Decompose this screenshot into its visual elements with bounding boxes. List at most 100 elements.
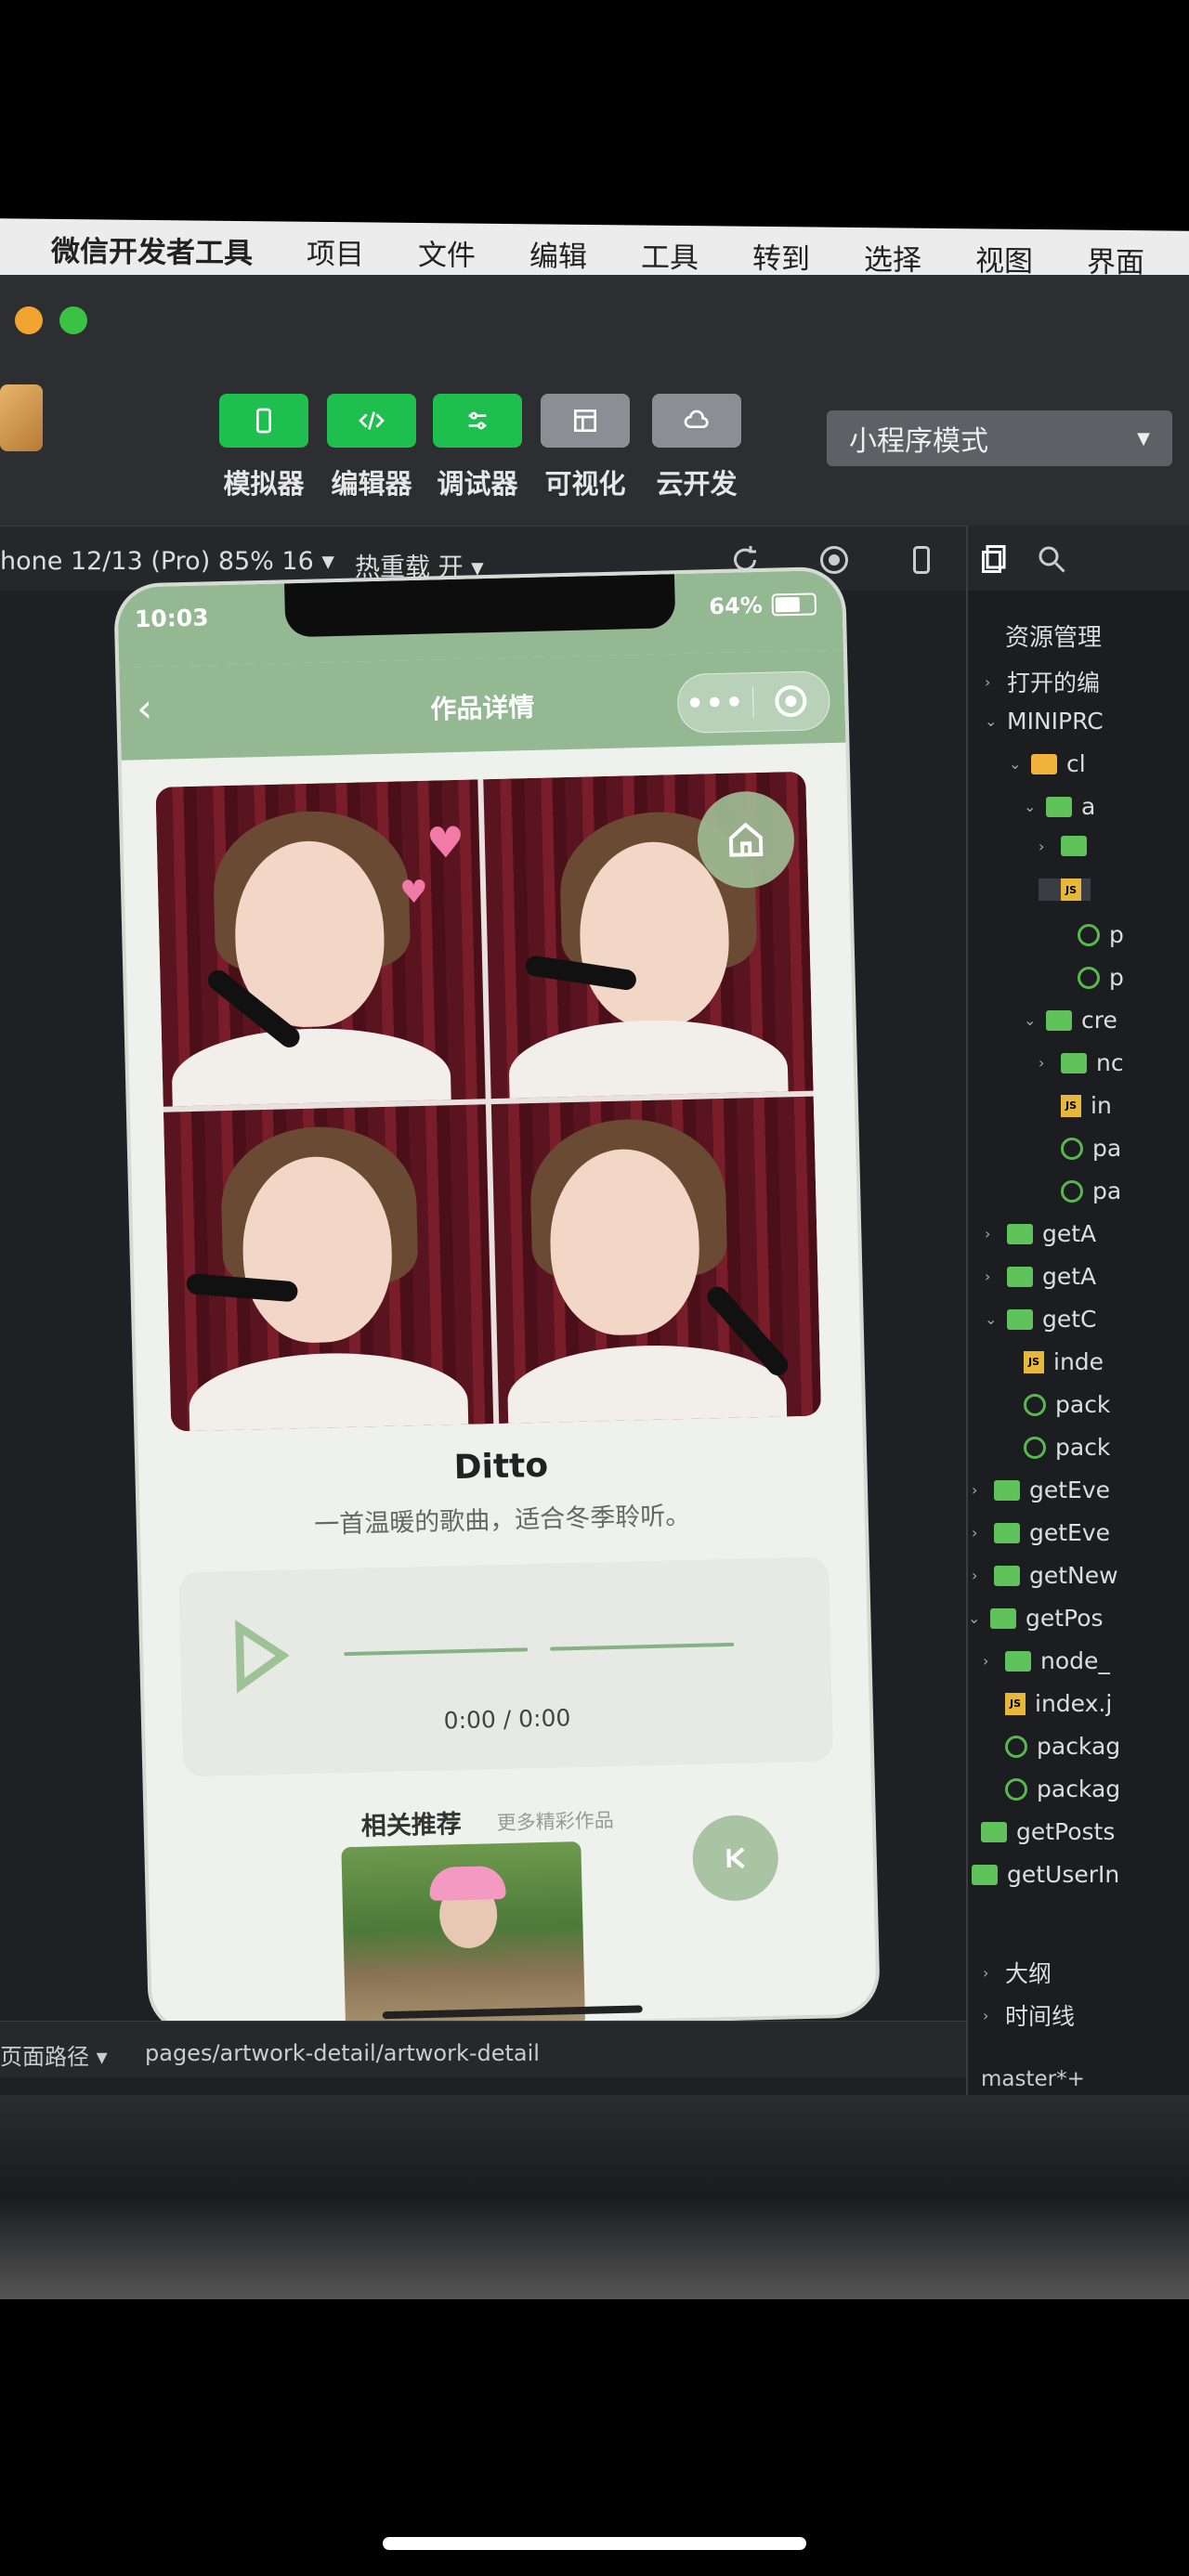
tree-item[interactable]: JS in: [1039, 1092, 1112, 1119]
tree-item[interactable]: pa: [1039, 1135, 1121, 1162]
avatar[interactable]: [0, 384, 43, 451]
tree-item[interactable]: › node_: [983, 1647, 1110, 1674]
menu-item-interface[interactable]: 界面: [1087, 238, 1144, 280]
artwork-image[interactable]: ♥ ♥: [155, 771, 822, 1432]
folder-icon: [1046, 1009, 1072, 1031]
collapse-button[interactable]: [691, 1814, 779, 1903]
recommend-heading: 相关推荐: [360, 1810, 463, 1841]
cloud-icon: [684, 410, 709, 428]
tree-item[interactable]: ⌄ a: [1024, 793, 1095, 820]
tree-item[interactable]: JS inde: [1001, 1348, 1104, 1375]
artwork-panel: [490, 1096, 822, 1424]
status-time: 10:03: [134, 604, 209, 633]
tree-item[interactable]: ⌄ cre: [1024, 1007, 1117, 1034]
phone-simulator: 10:03 64% ‹ 作品详情 ••• ♥ ♥ Ditto 一首温暖的歌曲，适…: [117, 569, 877, 2032]
tree-item-label: getEve: [1029, 1519, 1111, 1546]
battery-icon: [771, 592, 817, 617]
menu-item-tools[interactable]: 工具: [641, 233, 699, 276]
minimize-window-button[interactable]: [15, 306, 43, 334]
tree-item[interactable]: packag: [983, 1776, 1120, 1802]
tree-item[interactable]: pack: [1001, 1434, 1110, 1461]
simulator-status-bar: 页面路径 ▾ pages/artwork-detail/artwork-deta…: [0, 2021, 966, 2077]
tree-item[interactable]: › getA: [985, 1263, 1096, 1290]
tree-item[interactable]: pack: [1001, 1391, 1110, 1418]
tree-item[interactable]: › getEve: [972, 1477, 1110, 1503]
tree-item[interactable]: › getPosts: [968, 1818, 1115, 1845]
tree-item[interactable]: ›: [1039, 836, 1096, 856]
menu-item-select[interactable]: 选择: [864, 236, 921, 279]
tree-item[interactable]: › getEve: [972, 1519, 1110, 1546]
tree-item[interactable]: ⌄ getPos: [968, 1605, 1104, 1632]
maximize-window-button[interactable]: [59, 306, 87, 334]
search-icon[interactable]: [1035, 542, 1068, 576]
menu-item-view[interactable]: 视图: [975, 237, 1033, 280]
mode-select-value: 小程序模式: [849, 425, 988, 458]
tree-item[interactable]: ⌄ cl: [1009, 750, 1086, 777]
debug-icon: [468, 411, 487, 430]
more-button[interactable]: •••: [678, 686, 753, 721]
phone-icon: [256, 408, 271, 434]
outline-section[interactable]: › 大纲: [983, 1956, 1052, 1989]
tree-item[interactable]: › nc: [1039, 1049, 1124, 1076]
chevron-icon: ⌄: [985, 1310, 998, 1328]
tree-item[interactable]: JS index.j: [983, 1690, 1112, 1717]
play-icon[interactable]: [228, 1618, 294, 1694]
app-menu[interactable]: 微信开发者工具: [51, 227, 253, 270]
tree-item[interactable]: pa: [1039, 1177, 1121, 1204]
menu-item-edit[interactable]: 编辑: [529, 232, 587, 275]
tree-item[interactable]: JS: [1039, 878, 1091, 901]
folder-icon: [1007, 1266, 1033, 1287]
tree-item[interactable]: › getNew: [972, 1562, 1118, 1589]
tree-item[interactable]: › getA: [985, 1220, 1096, 1247]
tree-item[interactable]: p: [1055, 964, 1124, 991]
chevron-icon: ⌄: [968, 1609, 981, 1627]
device-select[interactable]: hone 12/13 (Pro) 85% 16 ▾: [0, 547, 334, 576]
tree-item[interactable]: ⌄getUserIn: [968, 1861, 1120, 1888]
tree-item[interactable]: ⌄ getC: [985, 1306, 1097, 1333]
git-branch[interactable]: master*+: [981, 2067, 1085, 2091]
tree-item-label: getUserIn: [1007, 1861, 1120, 1888]
chevron-icon: ›: [972, 1524, 978, 1542]
menu-item-project[interactable]: 项目: [307, 229, 364, 272]
cloud-dev-button[interactable]: [652, 394, 741, 448]
heart-icon: ♥: [399, 873, 429, 912]
menu-item-goto[interactable]: 转到: [752, 234, 810, 277]
tree-item-label: cl: [1066, 750, 1086, 777]
json-file-icon: [1078, 966, 1100, 989]
tree-item[interactable]: › 打开的编: [985, 665, 1100, 698]
menu-item-file[interactable]: 文件: [418, 231, 476, 274]
tree-item[interactable]: ⌄ MINIPRC: [985, 708, 1104, 735]
editor-toggle-button[interactable]: [327, 394, 416, 448]
visual-toggle-button[interactable]: [541, 394, 630, 448]
tree-item-label: 打开的编: [1007, 670, 1101, 696]
tree-item[interactable]: packag: [983, 1733, 1120, 1760]
hot-reload-toggle[interactable]: 热重载 开 ▾: [355, 547, 484, 583]
debugger-toggle-button[interactable]: [433, 394, 522, 448]
page-path-select[interactable]: 页面路径 ▾: [0, 2038, 108, 2071]
debugger-label: 调试器: [437, 468, 518, 500]
files-icon[interactable]: [979, 542, 1013, 576]
recommend-subheading[interactable]: 更多精彩作品: [496, 1805, 614, 1836]
json-file-icon: [1078, 923, 1100, 946]
tree-item-label: getA: [1042, 1220, 1097, 1247]
tree-item-label: pa: [1092, 1135, 1122, 1162]
visual-label: 可视化: [544, 468, 626, 500]
page-path[interactable]: pages/artwork-detail/artwork-detail: [145, 2040, 540, 2066]
skip-back-icon: [726, 1847, 745, 1869]
simulator-toggle-button[interactable]: [219, 394, 308, 448]
mode-select[interactable]: 小程序模式 ▼: [827, 410, 1172, 466]
device-rotate-icon[interactable]: [905, 543, 938, 577]
ide-window: 模拟器 编辑器 调试器 可视化 云开发 小程序模式 ▼ hone 12/13 (…: [0, 275, 1189, 2095]
chevron-icon: ⌄: [1024, 798, 1037, 815]
folder-icon: [994, 1479, 1020, 1501]
title-bar: 模拟器 编辑器 调试器 可视化 云开发 小程序模式 ▼: [0, 275, 1189, 526]
notch: [284, 574, 676, 638]
tree-item[interactable]: p: [1055, 921, 1124, 948]
chevron-down-icon: ▼: [1137, 428, 1150, 449]
recommend-card[interactable]: [341, 1841, 586, 2032]
chevron-icon: ›: [1039, 837, 1045, 855]
timeline-section[interactable]: › 时间线: [983, 1998, 1075, 2032]
progress-track[interactable]: [344, 1642, 735, 1658]
folder-icon: [994, 1522, 1020, 1543]
close-miniprogram-button[interactable]: [753, 684, 829, 718]
